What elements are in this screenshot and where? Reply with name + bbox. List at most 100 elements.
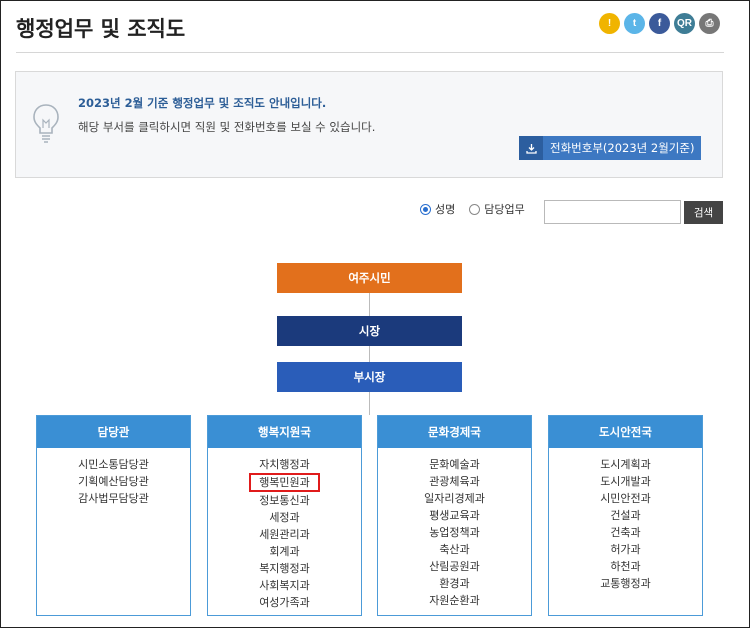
dept-item[interactable]: 여성가족과 [208,594,361,611]
dept-head[interactable]: 행복지원국 [208,416,361,448]
dept-item-label: 건설과 [610,509,641,522]
dept-item-label: 자치행정과 [259,458,310,471]
dept-item[interactable]: 기획예산담당관 [37,473,190,490]
dept-item-label: 시민소통담당관 [78,458,149,471]
dept-list: 자치행정과행복민원과정보통신과세정과세원관리과회계과복지행정과사회복지과여성가족… [208,448,361,611]
dept-item[interactable]: 행복민원과 [208,473,361,492]
phone-book-download-button[interactable]: 전화번호부(2023년 2월기준) [519,136,701,160]
dept-item[interactable]: 건설과 [549,507,702,524]
connector-line [369,346,370,362]
dept-item[interactable]: 건축과 [549,524,702,541]
dept-item-label: 복지행정과 [259,562,310,575]
dept-item-label: 문화예술과 [429,458,480,471]
dept-item[interactable]: 허가과 [549,541,702,558]
dept-urban-safety: 도시안전국 도시계획과도시개발과시민안전과건설과건축과허가과하천과교통행정과 [548,415,703,616]
dept-item-label: 여성가족과 [259,596,310,609]
radio-name-label: 성명 [435,203,456,216]
qr-code-button[interactable]: QR [674,13,695,34]
dept-item[interactable]: 세원관리과 [208,526,361,543]
dept-item-label: 산림공원과 [429,560,480,573]
lightbulb-icon [33,104,59,143]
org-vice-mayor-box[interactable]: 부시장 [277,362,462,392]
dept-item-label: 세정과 [269,511,300,524]
title-divider [16,52,724,53]
dept-item[interactable]: 감사법무담당관 [37,490,190,507]
dept-item[interactable]: 정보통신과 [208,492,361,509]
search-input[interactable] [544,200,681,224]
dept-item[interactable]: 시민소통담당관 [37,456,190,473]
dept-item[interactable]: 도시개발과 [549,473,702,490]
info-title: 2023년 2월 기준 행정업무 및 조직도 안내입니다. [78,96,327,110]
org-mayor-box[interactable]: 시장 [277,316,462,346]
dept-head[interactable]: 담당관 [37,416,190,448]
dept-item[interactable]: 복지행정과 [208,560,361,577]
dept-item[interactable]: 시민안전과 [549,490,702,507]
share-toolbar: ! t f QR ⎙ [599,13,720,34]
dept-item[interactable]: 관광체육과 [378,473,531,490]
highlighted-dept-item-label: 행복민원과 [249,473,320,492]
dept-item-label: 세원관리과 [259,528,310,541]
dept-item[interactable]: 사회복지과 [208,577,361,594]
dept-item[interactable]: 도시계획과 [549,456,702,473]
connector-line [369,293,370,316]
dept-head[interactable]: 문화경제국 [378,416,531,448]
dept-list: 문화예술과관광체육과일자리경제과평생교육과농업정책과축산과산림공원과환경과자원순… [378,448,531,609]
radio-task-dot[interactable] [469,203,481,215]
dept-list: 도시계획과도시개발과시민안전과건설과건축과허가과하천과교통행정과 [549,448,702,592]
dept-item-label: 감사법무담당관 [78,492,149,505]
phone-book-label: 전화번호부(2023년 2월기준) [550,141,695,155]
dept-item-label: 도시계획과 [600,458,651,471]
dept-list: 시민소통담당관기획예산담당관감사법무담당관 [37,448,190,507]
page-title: 행정업무 및 조직도 [16,17,186,41]
dept-item-label: 자원순환과 [429,594,480,607]
info-box: 2023년 2월 기준 행정업무 및 조직도 안내입니다. 해당 부서를 클릭하… [15,71,723,178]
radio-name[interactable]: 성명 [420,201,455,217]
print-button[interactable]: ⎙ [699,13,720,34]
search-button[interactable]: 검색 [684,201,723,224]
dept-item-label: 일자리경제과 [424,492,485,505]
dept-item[interactable]: 농업정책과 [378,524,531,541]
dept-item-label: 건축과 [610,526,641,539]
dept-item-label: 사회복지과 [259,579,310,592]
kakaostory-share-button[interactable]: ! [599,13,620,34]
dept-item-label: 정보통신과 [259,494,310,507]
dept-item-label: 축산과 [439,543,470,556]
radio-task[interactable]: 담당업무 [469,201,525,217]
dept-item[interactable]: 산림공원과 [378,558,531,575]
dept-head[interactable]: 도시안전국 [549,416,702,448]
dept-item[interactable]: 자원순환과 [378,592,531,609]
dept-item[interactable]: 교통행정과 [549,575,702,592]
dept-officers: 담당관 시민소통담당관기획예산담당관감사법무담당관 [36,415,191,616]
dept-item-label: 관광체육과 [429,475,480,488]
info-description: 해당 부서를 클릭하시면 직원 및 전화번호를 보실 수 있습니다. [78,120,376,134]
dept-item[interactable]: 자치행정과 [208,456,361,473]
dept-item[interactable]: 세정과 [208,509,361,526]
dept-item-label: 농업정책과 [429,526,480,539]
connector-line [369,392,370,415]
dept-item-label: 평생교육과 [429,509,480,522]
dept-item-label: 기획예산담당관 [78,475,149,488]
dept-item-label: 시민안전과 [600,492,651,505]
org-citizen-box[interactable]: 여주시민 [277,263,462,293]
dept-item[interactable]: 하천과 [549,558,702,575]
dept-item-label: 교통행정과 [600,577,651,590]
dept-item[interactable]: 회계과 [208,543,361,560]
dept-item-label: 회계과 [269,545,300,558]
facebook-share-button[interactable]: f [649,13,670,34]
radio-task-label: 담당업무 [484,203,525,216]
dept-item[interactable]: 평생교육과 [378,507,531,524]
dept-culture-economy: 문화경제국 문화예술과관광체육과일자리경제과평생교육과농업정책과축산과산림공원과… [377,415,532,616]
twitter-share-button[interactable]: t [624,13,645,34]
download-icon [519,136,543,160]
radio-name-dot[interactable] [420,203,431,215]
dept-item[interactable]: 일자리경제과 [378,490,531,507]
dept-item[interactable]: 문화예술과 [378,456,531,473]
dept-item-label: 허가과 [610,543,641,556]
dept-item[interactable]: 축산과 [378,541,531,558]
dept-happiness-support: 행복지원국 자치행정과행복민원과정보통신과세정과세원관리과회계과복지행정과사회복… [207,415,362,616]
dept-item-label: 하천과 [610,560,641,573]
dept-item[interactable]: 환경과 [378,575,531,592]
dept-item-label: 도시개발과 [600,475,651,488]
search-options: 성명 담당업무 [420,201,539,217]
dept-item-label: 환경과 [439,577,470,590]
